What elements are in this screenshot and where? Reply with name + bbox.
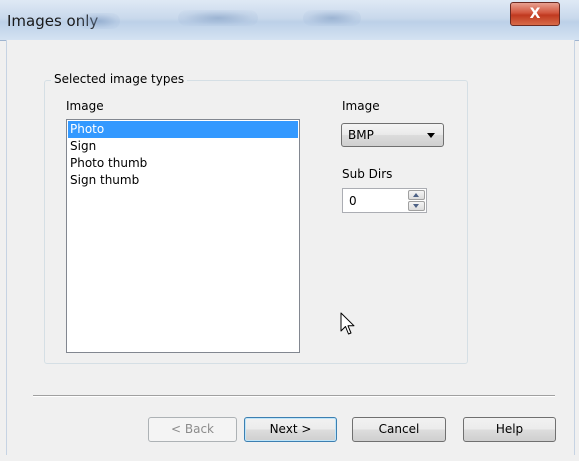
sub-dirs-spinner[interactable]: 0 — [342, 188, 427, 213]
spin-down-button[interactable] — [408, 201, 425, 211]
spin-up-button[interactable] — [408, 190, 425, 200]
sub-dirs-label: Sub Dirs — [342, 167, 393, 181]
sub-dirs-value: 0 — [349, 194, 357, 208]
image-format-label: Image — [342, 99, 380, 113]
group-label: Selected image types — [51, 72, 188, 86]
blurred-title-region — [303, 10, 361, 26]
button-separator — [33, 395, 555, 397]
blurred-title-region — [178, 10, 258, 26]
chevron-down-icon — [427, 133, 435, 138]
title-bar[interactable]: Images only X — [0, 0, 579, 41]
close-icon: X — [529, 6, 541, 22]
back-button[interactable]: < Back — [148, 417, 237, 442]
list-item[interactable]: Photo thumb — [68, 155, 298, 172]
image-list-label: Image — [66, 99, 104, 113]
blurred-title-region — [78, 13, 120, 29]
list-item[interactable]: Sign thumb — [68, 172, 298, 189]
list-item[interactable]: Photo — [68, 121, 298, 138]
image-type-listbox[interactable]: Photo Sign Photo thumb Sign thumb — [66, 119, 300, 353]
arrow-down-icon — [413, 204, 419, 208]
image-format-dropdown[interactable]: BMP — [341, 123, 444, 147]
image-format-value: BMP — [348, 128, 374, 142]
mouse-cursor-icon — [340, 312, 355, 335]
arrow-up-icon — [413, 193, 419, 197]
next-button[interactable]: Next > — [244, 417, 337, 442]
list-item[interactable]: Sign — [68, 138, 298, 155]
close-button[interactable]: X — [510, 2, 560, 26]
help-button[interactable]: Help — [463, 417, 556, 442]
cancel-button[interactable]: Cancel — [352, 417, 446, 442]
